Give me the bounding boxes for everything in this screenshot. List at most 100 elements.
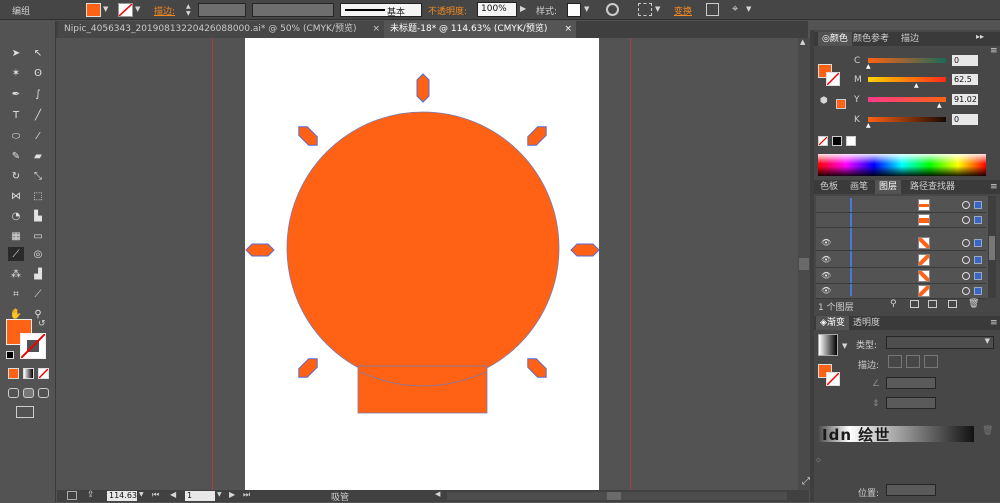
channel-k-slider[interactable] [868,117,946,122]
panel-resize-icon[interactable]: ⤢ [802,476,810,487]
gradient-preview-swatch[interactable] [818,334,838,356]
locate-object-icon[interactable]: ⚲ [890,299,897,309]
vertical-scrollbar[interactable]: ▲ [798,38,810,490]
color-panel-menu-icon[interactable]: ≡ [990,46,998,56]
watermark-text: Idn 绘世 [822,426,891,444]
web-safe-swatch[interactable] [836,99,846,109]
layer-row[interactable]: 👁 [816,253,986,268]
black-swatch[interactable] [832,136,842,146]
layer-row[interactable] [816,198,986,213]
tab-color[interactable]: ◎颜色 [818,32,852,46]
gradient-stop-left[interactable]: ⬦ [816,456,821,465]
gradient-type-select[interactable]: ▼ [886,336,994,349]
stroke-across-button[interactable] [924,355,938,368]
page-field[interactable]: 1 [185,491,215,501]
delete-stop-icon[interactable]: 🗑 [982,426,993,436]
horizontal-scroll-thumb[interactable] [607,492,621,500]
ray-bottom-right[interactable] [524,355,551,382]
gradient-panel-menu-icon[interactable]: ≡ [990,318,998,328]
panel-collapse-icon[interactable]: ▸▸ [976,32,984,41]
bulb-base[interactable] [357,365,488,414]
tab-color-guide[interactable]: 颜色参考 [849,32,893,46]
channel-y-field[interactable]: 91.02 [952,94,978,105]
vertical-scroll-thumb[interactable] [799,258,809,270]
position-field[interactable] [886,484,936,496]
next-artboard-icon[interactable]: ▶ [229,490,235,499]
stroke-within-button[interactable] [888,355,902,368]
export-icon[interactable]: ⇪ [87,490,95,500]
target-circle-icon[interactable] [962,239,970,247]
selection-indicator [974,201,982,209]
visibility-eye-icon[interactable]: 👁 [821,255,831,264]
layers-scrollbar[interactable] [988,196,996,298]
out-of-gamut-icon[interactable]: ⬢ [820,96,828,106]
channel-m-field[interactable]: 62.5 [952,74,978,85]
visibility-eye-icon[interactable]: 👁 [821,286,831,295]
target-circle-icon[interactable] [962,216,970,224]
channel-c-slider[interactable] [868,58,946,63]
ray-top[interactable] [416,73,430,103]
new-sublayer-icon[interactable] [928,300,937,308]
channel-k-thumb[interactable]: ▲ [866,122,871,129]
tab-layers[interactable]: 图层 [875,180,902,194]
layer-thumbnail [918,214,930,226]
color-stroke-swatch[interactable] [826,72,840,86]
layer-row[interactable]: 👁 [816,269,986,284]
ray-right[interactable] [570,243,600,257]
ray-left[interactable] [245,243,275,257]
channel-m-slider[interactable] [868,77,946,82]
stroke-along-button[interactable] [906,355,920,368]
channel-y-thumb[interactable]: ▲ [937,102,942,109]
tab-gradient[interactable]: ◈渐变 [816,316,849,330]
gradient-stroke-swatch[interactable] [826,372,840,386]
horizontal-scroll-left-icon[interactable]: ◀ [435,490,440,498]
first-artboard-icon[interactable]: ⏮ [152,490,159,500]
artboard-nav-icon[interactable] [67,491,77,500]
make-clipping-mask-icon[interactable] [910,300,919,308]
tab-pathfinder[interactable]: 路径查找器 [906,180,959,194]
horizontal-scroll-track[interactable] [447,492,787,500]
tab-swatches[interactable]: 色板 [816,180,842,194]
channel-m-thumb[interactable]: ▲ [914,82,919,89]
new-layer-icon[interactable] [948,300,957,308]
target-circle-icon[interactable] [962,287,970,295]
layer-row[interactable]: 👁 [816,284,986,299]
layer-row[interactable]: 👁 [816,236,986,251]
target-circle-icon[interactable] [962,256,970,264]
layers-scroll-thumb[interactable] [989,236,995,260]
select-dropdown-icon: ▼ [984,337,990,345]
ray-bottom-left[interactable] [295,355,322,382]
channel-y-slider[interactable] [868,97,946,102]
scroll-up-icon[interactable]: ▲ [800,38,805,46]
prev-artboard-icon[interactable]: ◀ [170,490,176,499]
layer-row[interactable] [816,213,986,228]
aspect-field[interactable] [886,397,936,409]
angle-icon: ∠ [872,379,881,389]
visibility-eye-icon[interactable]: 👁 [821,238,831,247]
target-circle-icon[interactable] [962,201,970,209]
bulb-circle[interactable] [286,111,560,385]
delete-layer-icon[interactable]: 🗑 [968,299,979,309]
visibility-eye-icon[interactable]: 👁 [821,271,831,280]
tab-brushes[interactable]: 画笔 [846,180,872,194]
color-spectrum[interactable] [818,154,986,176]
ray-top-left[interactable] [295,123,322,150]
last-artboard-icon[interactable]: ⏭ [243,490,250,500]
selection-indicator [974,256,982,264]
page-dropdown-icon[interactable]: ▼ [217,491,222,498]
angle-field[interactable] [886,377,936,389]
gradient-preview-dropdown-icon[interactable]: ▼ [842,342,847,350]
zoom-field[interactable]: 114.63 [107,491,137,501]
target-circle-icon[interactable] [962,272,970,280]
channel-c-field[interactable]: 0 [952,55,978,66]
layers-panel-menu-icon[interactable]: ≡ [990,182,998,192]
tab-stroke[interactable]: 描边 [897,32,923,46]
channel-c-thumb[interactable]: ▲ [866,63,871,70]
layer-thumbnail [918,199,930,211]
ray-top-right[interactable] [524,123,551,150]
tab-transparency[interactable]: 透明度 [849,316,884,330]
zoom-dropdown-icon[interactable]: ▼ [139,491,144,498]
channel-k-field[interactable]: 0 [952,114,978,125]
white-swatch[interactable] [846,136,856,146]
none-swatch[interactable] [818,136,828,146]
